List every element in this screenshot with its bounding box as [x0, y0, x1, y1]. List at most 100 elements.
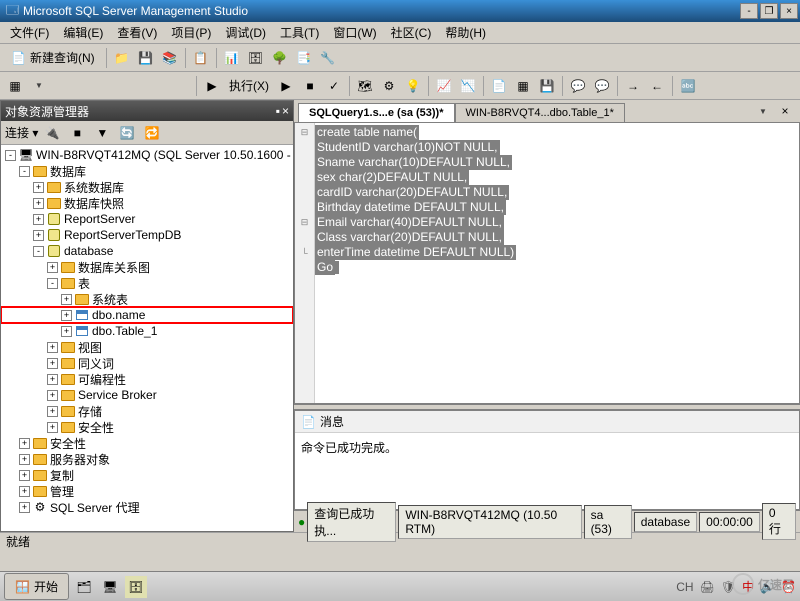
- tree-programmability[interactable]: +可编程性: [1, 371, 293, 387]
- editor-code[interactable]: create table name( StudentID varchar(10)…: [315, 123, 799, 403]
- tab-table1[interactable]: WIN-B8RVQT4...dbo.Table_1*: [455, 103, 625, 122]
- separator: [196, 76, 197, 96]
- connect-dropdown[interactable]: 连接 ▾: [5, 124, 38, 141]
- tree-root[interactable]: -🖥WIN-B8RVQT412MQ (SQL Server 10.50.1600…: [1, 147, 293, 163]
- agent-icon: ⚙: [35, 500, 46, 514]
- execute-label[interactable]: 执行(X): [225, 77, 273, 94]
- execute-icon[interactable]: ▶: [201, 75, 223, 97]
- specify-values-icon[interactable]: 🔤: [677, 75, 699, 97]
- query-options-icon[interactable]: ⚙: [378, 75, 400, 97]
- maximize-button[interactable]: ❐: [760, 3, 778, 19]
- refresh-icon[interactable]: 🔄: [116, 122, 138, 144]
- include-plan-icon[interactable]: 📈: [433, 75, 455, 97]
- pin-icon[interactable]: ▪: [276, 104, 280, 118]
- uncomment-icon[interactable]: 💬: [591, 75, 613, 97]
- properties-icon[interactable]: 🔧: [317, 47, 339, 69]
- separator: [349, 76, 350, 96]
- save-icon[interactable]: 💾: [135, 47, 157, 69]
- code-line: cardID varchar(20)DEFAULT NULL,: [315, 185, 509, 200]
- save-all-icon[interactable]: 📚: [159, 47, 181, 69]
- estimate-plan-icon[interactable]: 🗺: [354, 75, 376, 97]
- code-line: Email varchar(40)DEFAULT NULL,: [315, 215, 504, 230]
- report-icon[interactable]: 📋: [190, 47, 212, 69]
- menu-view[interactable]: 查看(V): [111, 22, 163, 43]
- tree-dbo-table1[interactable]: +dbo.Table_1: [1, 323, 293, 339]
- intellisense-icon[interactable]: 💡: [402, 75, 424, 97]
- tabs-dropdown-icon[interactable]: ▼: [752, 100, 774, 122]
- messages-tab-label[interactable]: 消息: [320, 413, 344, 430]
- comment-icon[interactable]: 💬: [567, 75, 589, 97]
- tree-security-inner[interactable]: +安全性: [1, 419, 293, 435]
- menu-community[interactable]: 社区(C): [385, 22, 438, 43]
- tree-database[interactable]: -database: [1, 243, 293, 259]
- sql-editor[interactable]: ⊟⊟└ create table name( StudentID varchar…: [294, 122, 800, 404]
- stop-icon[interactable]: ■: [299, 75, 321, 97]
- tree-storage[interactable]: +存储: [1, 403, 293, 419]
- tree-label: 安全性: [50, 435, 86, 452]
- tree-databases[interactable]: -数据库: [1, 163, 293, 179]
- tree-db-diagram[interactable]: +数据库关系图: [1, 259, 293, 275]
- menu-help[interactable]: 帮助(H): [439, 22, 492, 43]
- open-file-icon[interactable]: 📁: [111, 47, 133, 69]
- taskbar-app-ssms[interactable]: 🗄: [125, 576, 147, 598]
- tree-sys-db[interactable]: +系统数据库: [1, 179, 293, 195]
- results-text-icon[interactable]: 📄: [488, 75, 510, 97]
- menu-file[interactable]: 文件(F): [4, 22, 55, 43]
- tabs-close-icon[interactable]: ×: [774, 100, 796, 122]
- results-file-icon[interactable]: 💾: [536, 75, 558, 97]
- sync-icon[interactable]: 🔁: [141, 122, 163, 144]
- close-button[interactable]: ×: [780, 3, 798, 19]
- db-combo-dropdown[interactable]: ▼: [28, 75, 50, 97]
- filter-icon[interactable]: ▼: [91, 122, 113, 144]
- object-explorer-icon[interactable]: 🌳: [269, 47, 291, 69]
- menu-project[interactable]: 项目(P): [165, 22, 217, 43]
- tree-management[interactable]: +管理: [1, 483, 293, 499]
- taskbar-tray-1[interactable]: 🖨: [700, 580, 715, 594]
- code-line: Birthday datetime DEFAULT NULL,: [315, 200, 506, 215]
- taskbar-lang[interactable]: CH: [676, 580, 693, 594]
- start-button[interactable]: 🪟 开始: [4, 573, 69, 600]
- disconnect-icon[interactable]: 🔌: [41, 122, 63, 144]
- tree-security[interactable]: +安全性: [1, 435, 293, 451]
- client-stats-icon[interactable]: 📉: [457, 75, 479, 97]
- tree-db-snapshot[interactable]: +数据库快照: [1, 195, 293, 211]
- stop-icon[interactable]: ■: [66, 122, 88, 144]
- start-label: 开始: [34, 578, 58, 595]
- taskbar-app-2[interactable]: 🖥: [99, 576, 121, 598]
- tree-reportservertemp[interactable]: +ReportServerTempDB: [1, 227, 293, 243]
- minimize-button[interactable]: -: [740, 3, 758, 19]
- activity-icon[interactable]: 📊: [221, 47, 243, 69]
- outdent-icon[interactable]: ←: [646, 75, 668, 97]
- tree-reportserver[interactable]: +ReportServer: [1, 211, 293, 227]
- menu-edit[interactable]: 编辑(E): [57, 22, 109, 43]
- tree-dbo-name[interactable]: +dbo.name: [1, 307, 293, 323]
- menu-window[interactable]: 窗口(W): [327, 22, 382, 43]
- folder-icon: [33, 486, 47, 497]
- tree-views[interactable]: +视图: [1, 339, 293, 355]
- tree-synonyms[interactable]: +同义词: [1, 355, 293, 371]
- taskbar-app-1[interactable]: 🗂: [73, 576, 95, 598]
- panel-close-icon[interactable]: ×: [282, 104, 289, 118]
- tree-tables[interactable]: -表: [1, 275, 293, 291]
- tree-server-objects[interactable]: +服务器对象: [1, 451, 293, 467]
- results-grid-icon[interactable]: ▦: [512, 75, 534, 97]
- tree-service-broker[interactable]: +Service Broker: [1, 387, 293, 403]
- folder-icon: [47, 198, 61, 209]
- new-query-button[interactable]: 📄 新建查询(N): [4, 46, 102, 69]
- object-tree[interactable]: -🖥WIN-B8RVQT412MQ (SQL Server 10.50.1600…: [1, 145, 293, 531]
- menu-tools[interactable]: 工具(T): [274, 22, 325, 43]
- success-icon: ●: [298, 515, 305, 529]
- menu-debug[interactable]: 调试(D): [219, 22, 272, 43]
- debug-icon[interactable]: ▶: [275, 75, 297, 97]
- tree-sys-tables[interactable]: +系统表: [1, 291, 293, 307]
- registered-servers-icon[interactable]: 🗄: [245, 47, 267, 69]
- parse-icon[interactable]: ✓: [323, 75, 345, 97]
- template-icon[interactable]: 📑: [293, 47, 315, 69]
- messages-body[interactable]: 命令已成功完成。: [295, 433, 799, 509]
- tree-sql-agent[interactable]: +⚙SQL Server 代理: [1, 499, 293, 515]
- indent-icon[interactable]: →: [622, 75, 644, 97]
- db-combo-icon[interactable]: ▦: [4, 75, 26, 97]
- new-query-icon: 📄: [11, 51, 26, 65]
- tab-sqlquery1[interactable]: SQLQuery1.s...e (sa (53))*: [298, 103, 455, 122]
- tree-replication[interactable]: +复制: [1, 467, 293, 483]
